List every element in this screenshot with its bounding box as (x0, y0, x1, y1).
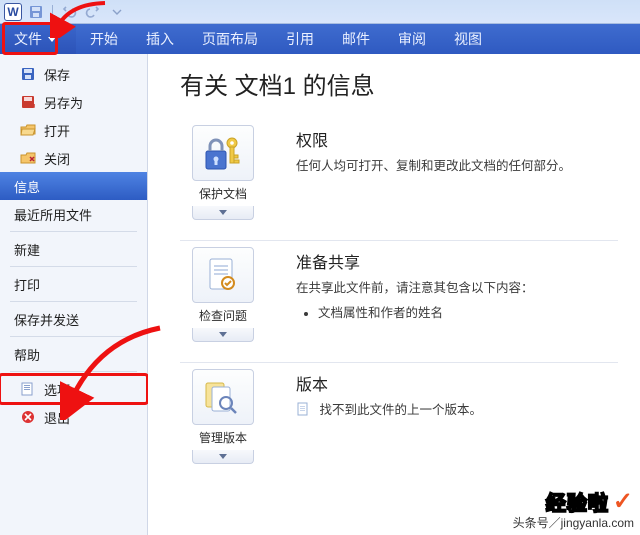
sidebar-item-label: 另存为 (44, 93, 83, 112)
sidebar-item-new[interactable]: 新建 (0, 235, 147, 263)
sidebar-separator (10, 371, 137, 372)
sidebar-item-label: 帮助 (14, 345, 40, 364)
undo-qat-icon[interactable] (59, 3, 79, 21)
sidebar-item-options[interactable]: 选项 (0, 375, 147, 403)
open-folder-icon (20, 122, 36, 138)
inspect-document-label: 检查问题 (199, 307, 247, 324)
tab-label: 邮件 (342, 29, 370, 49)
sidebar-separator (10, 266, 137, 267)
prepare-share-body: 在共享此文件前，请注意其包含以下内容： (296, 279, 618, 298)
sidebar-item-sharesend[interactable]: 保存并发送 (0, 305, 147, 333)
tab-mail[interactable]: 邮件 (328, 24, 384, 54)
sidebar-item-info[interactable]: 信息 (0, 172, 147, 200)
tab-label: 插入 (146, 29, 174, 49)
permissions-body: 任何人均可打开、复制和更改此文档的任何部分。 (296, 157, 618, 176)
manage-versions-label: 管理版本 (199, 429, 247, 446)
redo-qat-icon[interactable] (83, 3, 103, 21)
manage-versions-button[interactable]: 管理版本 (180, 369, 266, 464)
backstage-content: 有关 文档1 的信息 保护文档 权限 任何人均可打开、复制和更改此文档 (148, 54, 640, 535)
watermark-url: 头条号／jingyanla.com (513, 514, 634, 531)
doc-small-icon (296, 402, 310, 416)
sidebar-item-print[interactable]: 打印 (0, 270, 147, 298)
checkmark-icon: ✓ (613, 487, 634, 516)
sidebar-item-label: 打开 (44, 121, 70, 140)
tab-view[interactable]: 视图 (440, 24, 496, 54)
protect-document-label: 保护文档 (199, 185, 247, 202)
tab-home[interactable]: 开始 (76, 24, 132, 54)
exit-icon (20, 409, 36, 425)
versions-body: 找不到此文件的上一个版本。 (296, 401, 618, 420)
watermark: 经验啦✓ 头条号／jingyanla.com (513, 487, 634, 531)
sidebar-item-open[interactable]: 打开 (0, 116, 147, 144)
permissions-heading: 权限 (296, 127, 618, 151)
section-permissions: 保护文档 权限 任何人均可打开、复制和更改此文档的任何部分。 (180, 119, 618, 241)
tab-label: 视图 (454, 29, 482, 49)
protect-document-dropdown[interactable] (192, 206, 254, 220)
sidebar-separator (10, 336, 137, 337)
tab-file[interactable]: 文件 (0, 24, 76, 54)
inspect-doc-icon (202, 255, 244, 295)
qat-separator (52, 5, 53, 19)
close-folder-icon (20, 150, 36, 166)
prepare-share-list: 文档属性和作者的姓名 (296, 302, 618, 321)
sidebar-item-label: 保存 (44, 65, 70, 84)
sidebar-item-label: 关闭 (44, 149, 70, 168)
sidebar-item-label: 新建 (14, 240, 40, 259)
word-app-icon: W (4, 3, 22, 21)
sidebar-item-recent[interactable]: 最近所用文件 (0, 200, 147, 228)
backstage-sidebar: 保存 另存为 打开 关闭 信息 最近所用文件 新建 打印 保存并发送 帮助 (0, 54, 148, 535)
sidebar-item-close[interactable]: 关闭 (0, 144, 147, 172)
protect-document-button[interactable]: 保护文档 (180, 125, 266, 220)
watermark-brand: 经验啦 (546, 487, 609, 516)
sidebar-item-exit[interactable]: 退出 (0, 403, 147, 431)
backstage-body: 保存 另存为 打开 关闭 信息 最近所用文件 新建 打印 保存并发送 帮助 (0, 54, 640, 535)
sidebar-item-label: 信息 (14, 177, 40, 196)
saveas-icon (20, 94, 36, 110)
sidebar-item-label: 保存并发送 (14, 310, 79, 329)
tab-label: 开始 (90, 29, 118, 49)
tab-label: 页面布局 (202, 29, 258, 49)
versions-body-text: 找不到此文件的上一个版本。 (319, 403, 482, 417)
sidebar-item-save[interactable]: 保存 (0, 60, 147, 88)
inspect-document-button[interactable]: 检查问题 (180, 247, 266, 342)
sidebar-item-label: 选项 (44, 380, 70, 399)
tab-file-label: 文件 (14, 29, 42, 49)
tab-ref[interactable]: 引用 (272, 24, 328, 54)
sidebar-item-label: 打印 (14, 275, 40, 294)
prepare-share-heading: 准备共享 (296, 249, 618, 273)
sidebar-item-help[interactable]: 帮助 (0, 340, 147, 368)
page-title: 有关 文档1 的信息 (180, 66, 618, 101)
save-qat-icon[interactable] (26, 3, 46, 21)
title-bar: W (0, 0, 640, 24)
tab-layout[interactable]: 页面布局 (188, 24, 272, 54)
save-icon (20, 66, 36, 82)
tab-review[interactable]: 审阅 (384, 24, 440, 54)
sidebar-item-label: 最近所用文件 (14, 205, 92, 224)
section-versions: 管理版本 版本 找不到此文件的上一个版本。 (180, 363, 618, 484)
chevron-down-icon (48, 37, 56, 42)
qat-customize-icon[interactable] (107, 3, 127, 21)
versions-heading: 版本 (296, 371, 618, 395)
ribbon-tabs: 文件 开始 插入 页面布局 引用 邮件 审阅 视图 (0, 24, 640, 54)
versions-icon (202, 377, 244, 417)
manage-versions-dropdown[interactable] (192, 450, 254, 464)
lock-key-icon (202, 133, 244, 173)
section-prepare-share: 检查问题 准备共享 在共享此文件前，请注意其包含以下内容： 文档属性和作者的姓名 (180, 241, 618, 363)
tab-label: 引用 (286, 29, 314, 49)
options-icon (20, 381, 36, 397)
prepare-share-item: 文档属性和作者的姓名 (318, 302, 618, 321)
sidebar-item-label: 退出 (44, 408, 70, 427)
tab-insert[interactable]: 插入 (132, 24, 188, 54)
inspect-document-dropdown[interactable] (192, 328, 254, 342)
sidebar-item-saveas[interactable]: 另存为 (0, 88, 147, 116)
tab-label: 审阅 (398, 29, 426, 49)
sidebar-separator (10, 231, 137, 232)
sidebar-separator (10, 301, 137, 302)
